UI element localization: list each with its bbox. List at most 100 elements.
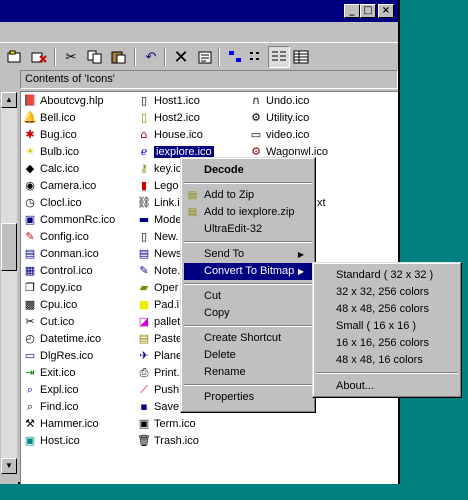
- menu-item-rename[interactable]: Rename: [184, 364, 312, 381]
- file-name: Save: [154, 400, 180, 413]
- small-icons-view[interactable]: [246, 46, 268, 68]
- bulb-icon: ☀: [25, 144, 35, 158]
- file-item[interactable]: ▰ Oper: [137, 279, 179, 296]
- file-item[interactable]: ✈ Plane: [137, 347, 182, 364]
- file-item[interactable]: ✎ Note.: [137, 262, 180, 279]
- file-item[interactable]: ⛓ Link.i: [137, 194, 180, 211]
- file-item[interactable]: ▯ Host2.ico: [137, 109, 200, 126]
- large-icons-view[interactable]: [224, 46, 246, 68]
- menu-item-copy[interactable]: Copy: [184, 305, 312, 322]
- file-item[interactable]: ✎ Config.ico: [23, 228, 89, 245]
- scroll-up-button[interactable]: ▲: [1, 92, 17, 108]
- paste-icon[interactable]: [108, 46, 130, 68]
- menu-item-add-to-zip[interactable]: ▤ Add to Zip: [184, 187, 312, 204]
- menu-item-convert-to-bitmap[interactable]: Convert To Bitmap ▶: [184, 263, 312, 280]
- file-item[interactable]: 📕 Aboutcvg.hlp: [23, 92, 103, 109]
- menu-item-decode[interactable]: Decode: [184, 162, 312, 179]
- file-item[interactable]: ⇥ Exit.ico: [23, 364, 75, 381]
- file-item[interactable]: 🔔 Bell.ico: [23, 109, 75, 126]
- file-item[interactable]: ◪ pallet: [137, 313, 181, 330]
- maximize-button[interactable]: □: [360, 4, 376, 18]
- menu-item-properties[interactable]: Properties: [184, 389, 312, 406]
- title-bar[interactable]: _ □ ×: [0, 0, 398, 22]
- hammer-icon: ⚒: [25, 416, 35, 430]
- submenu-item[interactable]: 48 x 48, 256 colors: [316, 301, 458, 318]
- delete-icon[interactable]: [28, 46, 50, 68]
- file-item[interactable]: ⚙ Utility.ico: [249, 109, 309, 126]
- file-item[interactable]: ▪ Save: [137, 398, 179, 415]
- file-name: Hammer.ico: [40, 417, 99, 430]
- submenu-item[interactable]: 16 x 16, 256 colors: [316, 335, 458, 352]
- push-icon: ⟋: [140, 382, 148, 396]
- file-name: Cpu.ico: [40, 298, 78, 311]
- file-item[interactable]: ▩ Cpu.ico: [23, 296, 78, 313]
- file-item[interactable]: ▮ Lego: [137, 177, 179, 194]
- file-item[interactable]: ▣ Term.ico: [137, 415, 196, 432]
- file-item[interactable]: ▣ Host.ico: [23, 432, 80, 449]
- details-view[interactable]: [290, 46, 312, 68]
- file-item[interactable]: ▯ New.: [137, 228, 179, 245]
- file-item[interactable]: ◴ Datetime.ico: [23, 330, 101, 347]
- file-item[interactable]: ✂ Cut.ico: [23, 313, 74, 330]
- close-button[interactable]: ×: [378, 4, 394, 18]
- file-item[interactable]: ⚷ key.ic: [137, 160, 181, 177]
- file-item[interactable]: ⌂ House.ico: [137, 126, 203, 143]
- file-item[interactable]: ⎙ Print.: [137, 364, 180, 381]
- menu-item-create-shortcut[interactable]: Create Shortcut: [184, 330, 312, 347]
- file-item[interactable]: ▭ DlgRes.ico: [23, 347, 93, 364]
- file-item[interactable]: ◉ Camera.ico: [23, 177, 96, 194]
- file-item[interactable]: ▦ Control.ico: [23, 262, 93, 279]
- list-view[interactable]: [268, 46, 290, 68]
- pane-header: Contents of 'Icons': [20, 70, 398, 89]
- file-item[interactable]: ⚒ Hammer.ico: [23, 415, 99, 432]
- ie-icon: ℯ: [140, 144, 148, 158]
- undo-icon[interactable]: ↶: [140, 46, 162, 68]
- file-item[interactable]: ⌕ Find.ico: [23, 398, 79, 415]
- delete-x-icon[interactable]: ✕: [170, 46, 192, 68]
- file-item[interactable]: ▣ CommonRc.ico: [23, 211, 115, 228]
- menu-item-add-to-iexplore-zip[interactable]: ▤ Add to iexplore.zip: [184, 204, 312, 221]
- file-item[interactable]: ▯ Host1.ico: [137, 92, 200, 109]
- copy-icon[interactable]: [84, 46, 106, 68]
- menu-item-delete[interactable]: Delete: [184, 347, 312, 364]
- left-scrollbar[interactable]: ▲ ▼: [0, 91, 18, 484]
- menu-item-label: Rename: [204, 366, 246, 378]
- file-item[interactable]: ▭ video.ico: [249, 126, 310, 143]
- file-item[interactable]: ⌕ Expl.ico: [23, 381, 79, 398]
- file-item[interactable]: ▤ Conman.ico: [23, 245, 99, 262]
- file-name: Datetime.ico: [40, 332, 102, 345]
- properties-icon[interactable]: [194, 46, 216, 68]
- menu-item-send-to[interactable]: Send To ▶: [184, 246, 312, 263]
- file-name: Bell.ico: [40, 111, 76, 124]
- zip-icon: ▤: [187, 207, 198, 218]
- file-item[interactable]: ▤ Paste: [137, 330, 182, 347]
- file-item[interactable]: ◷ Clocl.ico: [23, 194, 81, 211]
- file-item[interactable]: ∩ Undo.ico: [249, 92, 309, 109]
- new-icon[interactable]: [4, 46, 26, 68]
- file-item[interactable]: ■ Pad.i: [137, 296, 179, 313]
- file-item[interactable]: 🗑 Trash.ico: [137, 432, 199, 449]
- file-item[interactable]: ☀ Bulb.ico: [23, 143, 79, 160]
- menu-item-label: Copy: [204, 307, 230, 319]
- file-item[interactable]: ✱ Bug.ico: [23, 126, 76, 143]
- submenu-item[interactable]: Small ( 16 x 16 ): [316, 318, 458, 335]
- file-item[interactable]: ▤ News: [137, 245, 182, 262]
- file-item[interactable]: ▬ Mode: [137, 211, 182, 228]
- cut-icon[interactable]: ✂: [60, 46, 82, 68]
- minimize-button[interactable]: _: [344, 4, 360, 18]
- scroll-thumb[interactable]: [1, 223, 17, 271]
- menu-item-cut[interactable]: Cut: [184, 288, 312, 305]
- submenu-item[interactable]: 32 x 32, 256 colors: [316, 284, 458, 301]
- menu-item-label: UltraEdit-32: [204, 223, 263, 235]
- submenu-arrow-icon: ▶: [297, 267, 304, 276]
- conman-icon: ▤: [24, 246, 36, 260]
- submenu-item[interactable]: Standard ( 32 x 32 ): [316, 267, 458, 284]
- file-item[interactable]: ⟋ Push: [137, 381, 179, 398]
- menu-item-ultraedit-32[interactable]: UltraEdit-32: [184, 221, 312, 238]
- scroll-down-button[interactable]: ▼: [1, 458, 17, 474]
- file-item[interactable]: ◆ Calc.ico: [23, 160, 79, 177]
- submenu-item[interactable]: About...: [316, 378, 458, 395]
- submenu-item[interactable]: 48 x 48, 16 colors: [316, 352, 458, 369]
- menu-item-label: Delete: [204, 349, 236, 361]
- file-item[interactable]: ❐ Copy.ico: [23, 279, 82, 296]
